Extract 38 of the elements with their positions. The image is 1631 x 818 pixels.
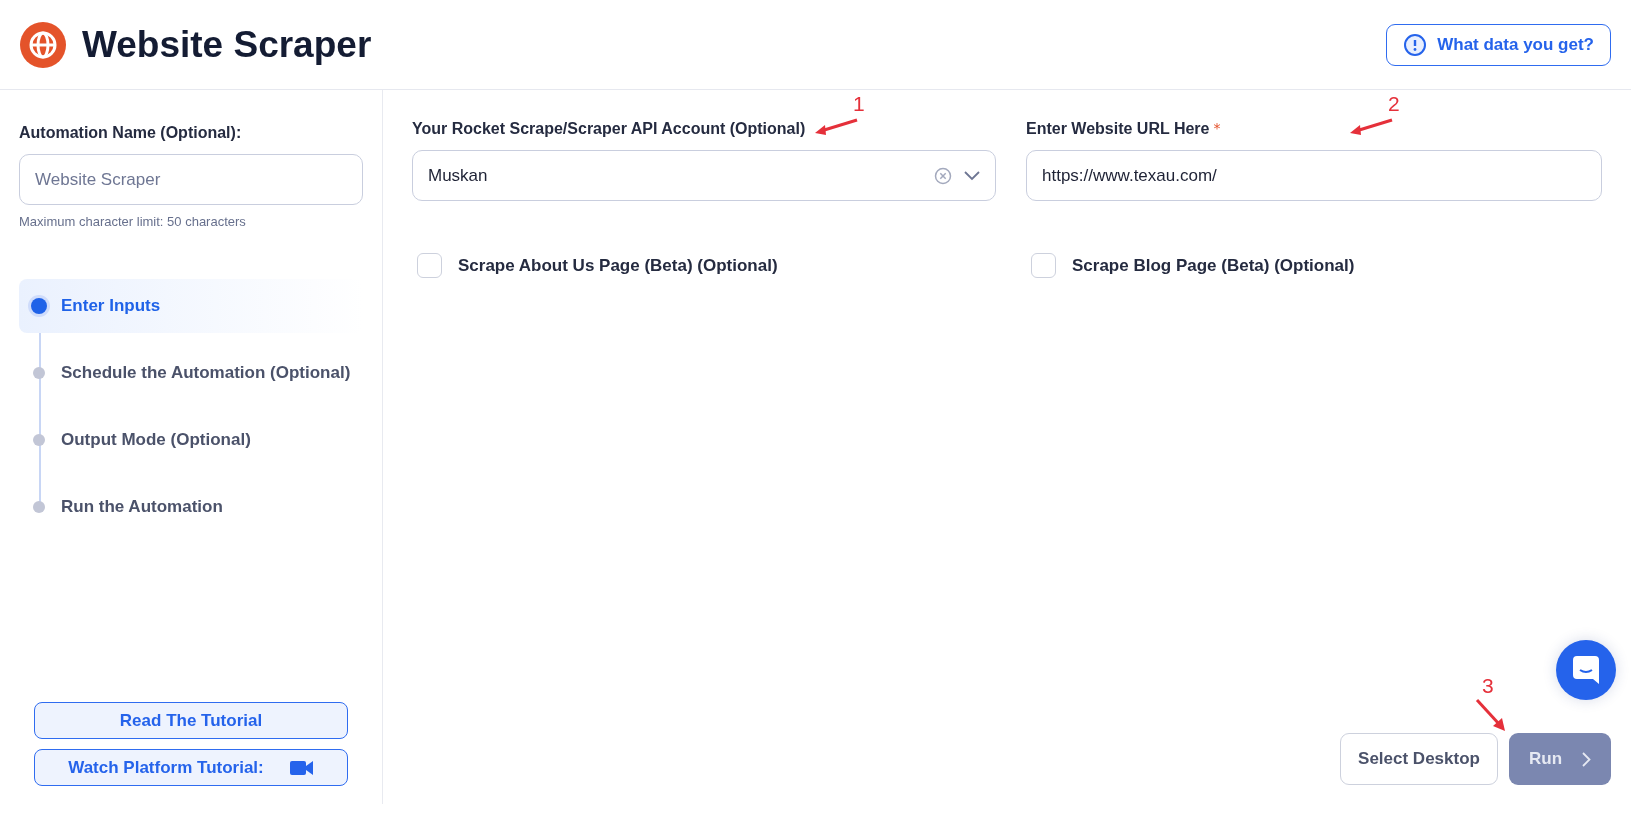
video-camera-icon: [289, 759, 314, 776]
checkbox[interactable]: [1031, 253, 1056, 278]
website-url-field[interactable]: https://www.texau.com/: [1026, 150, 1602, 201]
step-dot-icon: [33, 434, 45, 446]
automation-name-field[interactable]: Website Scraper: [19, 154, 363, 205]
tutorial-button[interactable]: Watch Platform Tutorial:: [34, 749, 348, 786]
info-icon: [1403, 32, 1428, 57]
step-item[interactable]: Schedule the Automation (Optional): [19, 346, 363, 400]
what-data-button[interactable]: What data you get?: [1386, 23, 1611, 66]
step-dot-icon: [31, 298, 47, 314]
app-title: Website Scraper: [82, 23, 372, 66]
annotation-arrow: [1350, 118, 1394, 136]
checkbox[interactable]: [417, 253, 442, 278]
chevron-down-icon[interactable]: [964, 170, 980, 181]
chevron-right-icon: [1582, 751, 1591, 767]
step-item[interactable]: Run the Automation: [19, 480, 363, 534]
annotation-arrow: [1475, 698, 1507, 732]
step-dot-icon: [33, 367, 45, 379]
website-url-label: Enter Website URL Here: [1026, 120, 1210, 138]
chat-launcher-button[interactable]: [1556, 640, 1616, 700]
annotation-arrow: [815, 118, 859, 136]
annotation-number: 2: [1388, 92, 1400, 116]
checkbox-label: Scrape Blog Page (Beta) (Optional): [1072, 255, 1355, 276]
step-item[interactable]: Output Mode (Optional): [19, 413, 363, 467]
checkbox-label: Scrape About Us Page (Beta) (Optional): [458, 255, 778, 276]
tutorial-button[interactable]: Read The Tutorial: [34, 702, 348, 739]
select-desktop-button[interactable]: Select Desktop: [1340, 733, 1498, 785]
annotation-number: 1: [853, 92, 865, 116]
step-dot-icon: [33, 501, 45, 513]
character-limit-hint: Maximum character limit: 50 characters: [19, 214, 247, 229]
clear-icon[interactable]: [934, 166, 952, 185]
account-select[interactable]: Muskan: [412, 150, 996, 201]
globe-logo-icon: [20, 21, 66, 68]
required-mark: *: [1213, 120, 1221, 136]
annotation-number: 3: [1482, 674, 1494, 698]
api-account-label: Your Rocket Scrape/Scraper API Account (Optional): [412, 120, 806, 138]
automation-name-label: Automation Name (Optional):: [19, 124, 242, 142]
chat-bubble-icon: [1573, 656, 1599, 684]
